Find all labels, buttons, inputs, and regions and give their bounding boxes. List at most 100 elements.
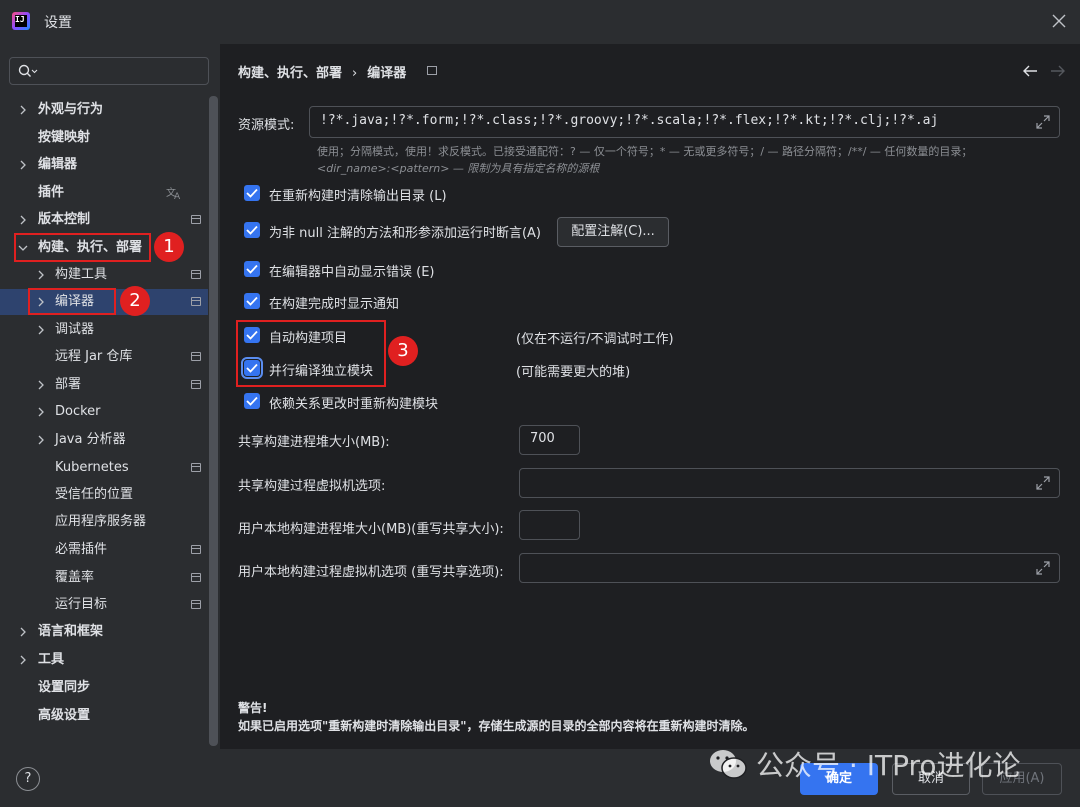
user-vm-options-input[interactable] [519, 553, 1060, 583]
checkbox-checked[interactable] [244, 185, 260, 201]
user-heap-label: 用户本地构建进程堆大小(MB)(重写共享大小): [238, 522, 504, 537]
project-scope-icon [191, 270, 201, 279]
configure-annotations-button[interactable]: 配置注解(C)... [557, 217, 669, 247]
annotation-badge-2: 2 [120, 286, 150, 316]
annotation-box-2 [28, 288, 116, 315]
sidebar-item-java-profiler[interactable]: Java 分析器 [0, 427, 208, 453]
chevron-right-icon [38, 380, 44, 390]
resource-patterns-hint: 使用；分隔模式，使用！求反模式。已接受通配符：? — 仅一个符号；* — 无或更… [317, 145, 973, 158]
sidebar-item-label: 设置同步 [38, 680, 91, 695]
chevron-right-icon [20, 160, 26, 170]
sidebar-item-label: 必需插件 [55, 542, 108, 557]
breadcrumb: 构建、执行、部署 › 编译器 [238, 62, 406, 81]
breadcrumb-separator: › [352, 66, 358, 81]
back-arrow-icon[interactable] [1022, 64, 1038, 78]
sidebar-item-label: 工具 [38, 652, 65, 667]
chevron-right-icon [20, 105, 26, 115]
help-button[interactable]: ? [16, 767, 40, 791]
sidebar-item-advanced-settings[interactable]: 高级设置 [0, 703, 208, 729]
resource-patterns-input[interactable]: !?*.java;!?*.form;!?*.class;!?*.groovy;!… [309, 106, 1060, 138]
user-heap-input[interactable] [519, 510, 580, 540]
checkmark-icon [246, 264, 258, 274]
sidebar-item-label: 调试器 [55, 322, 95, 337]
project-scope-icon [191, 380, 201, 389]
warning-title: 警告! [238, 701, 268, 715]
sidebar-item-settings-sync[interactable]: 设置同步 [0, 675, 208, 701]
sidebar-item-label: 部署 [55, 377, 82, 392]
sidebar-item-docker[interactable]: Docker [0, 399, 208, 425]
translate-icon: 文A [166, 186, 181, 200]
settings-sidebar: 外观与行为 按键映射 编辑器 插件 文A 版本控制 构建、执行、部署 构建工具 … [0, 44, 220, 749]
annotation-badge-1: 1 [154, 232, 184, 262]
checkmark-icon [246, 296, 258, 306]
sidebar-item-plugins[interactable]: 插件 文A [0, 180, 208, 206]
warning-text: 如果已启用选项"重新构建时清除输出目录"，存储生成源的目录的全部内容将在重新构建… [238, 719, 755, 733]
annotation-badge-3: 3 [388, 336, 418, 366]
resource-patterns-value: !?*.java;!?*.form;!?*.class;!?*.groovy;!… [320, 113, 939, 128]
auto-build-note: (仅在不运行/不调试时工作) [516, 332, 674, 347]
sidebar-item-debugger[interactable]: 调试器 [0, 317, 208, 343]
sidebar-item-required-plugins[interactable]: 必需插件 [0, 537, 208, 563]
close-icon[interactable] [1050, 12, 1068, 30]
chevron-right-icon [38, 435, 44, 445]
sidebar-item-languages-frameworks[interactable]: 语言和框架 [0, 619, 208, 645]
chevron-right-icon [38, 325, 44, 335]
sidebar-item-coverage[interactable]: 覆盖率 [0, 565, 208, 591]
compiler-settings-panel: 构建、执行、部署 › 编译器 资源模式: !?*.java;!?*.form;!?*… [220, 44, 1080, 749]
sidebar-item-label: 覆盖率 [55, 570, 95, 585]
project-scope-icon [427, 66, 437, 75]
expand-icon[interactable] [1035, 475, 1051, 491]
resource-patterns-label: 资源模式: [238, 118, 295, 133]
svg-text:A: A [174, 192, 181, 200]
expand-icon[interactable] [1035, 114, 1051, 130]
checkbox-label: 在编辑器中自动显示错误 (E) [269, 265, 435, 280]
sidebar-item-editor[interactable]: 编辑器 [0, 152, 208, 178]
shared-vm-options-label: 共享构建过程虚拟机选项: [238, 479, 386, 494]
window-title: 设置 [44, 15, 72, 31]
shared-vm-options-input[interactable] [519, 468, 1060, 498]
checkbox-checked[interactable] [244, 393, 260, 409]
checkbox-label: 在构建完成时显示通知 [269, 297, 400, 312]
checkbox-label: 依赖关系更改时重新构建模块 [269, 397, 439, 412]
sidebar-item-label: 插件 [38, 185, 65, 200]
sidebar-item-label: Kubernetes [55, 460, 129, 475]
sidebar-item-trusted-locations[interactable]: 受信任的位置 [0, 482, 208, 508]
project-scope-icon [191, 463, 201, 472]
annotation-box-1 [14, 233, 151, 262]
wechat-icon [710, 750, 747, 779]
sidebar-item-build-tools[interactable]: 构建工具 [0, 262, 208, 288]
sidebar-item-app-servers[interactable]: 应用程序服务器 [0, 509, 208, 535]
sidebar-item-label: 按键映射 [38, 130, 91, 145]
checkbox-checked[interactable] [244, 222, 260, 238]
sidebar-item-label: Docker [55, 404, 101, 419]
expand-icon[interactable] [1035, 560, 1051, 576]
search-input[interactable] [9, 57, 209, 85]
shared-heap-value: 700 [530, 431, 555, 446]
checkbox-checked[interactable] [244, 261, 260, 277]
sidebar-item-label: Java 分析器 [55, 432, 126, 447]
breadcrumb-parent[interactable]: 构建、执行、部署 [238, 66, 342, 81]
sidebar-item-remote-jar[interactable]: 远程 Jar 仓库 [0, 344, 208, 370]
sidebar-item-label: 版本控制 [38, 212, 91, 227]
project-scope-icon [191, 352, 201, 361]
sidebar-item-keymap[interactable]: 按键映射 [0, 125, 208, 151]
checkmark-icon [246, 188, 258, 198]
checkbox-checked[interactable] [244, 293, 260, 309]
checkbox-label: 在重新构建时清除输出目录 (L) [269, 189, 447, 204]
sidebar-item-tools[interactable]: 工具 [0, 647, 208, 673]
sidebar-item-run-targets[interactable]: 运行目标 [0, 592, 208, 618]
shared-heap-input[interactable]: 700 [519, 425, 580, 455]
search-icon [18, 64, 38, 77]
chevron-right-icon [38, 407, 44, 417]
chevron-right-icon [20, 627, 26, 637]
sidebar-item-vcs[interactable]: 版本控制 [0, 207, 208, 233]
sidebar-item-appearance[interactable]: 外观与行为 [0, 97, 208, 123]
watermark-text: 公众号 · ITPro进化论 [756, 749, 1021, 782]
forward-arrow-icon[interactable] [1050, 64, 1066, 78]
chevron-right-icon [20, 215, 26, 225]
sidebar-item-label: 外观与行为 [38, 102, 104, 117]
sidebar-item-kubernetes[interactable]: Kubernetes [0, 455, 208, 481]
sidebar-item-deployment[interactable]: 部署 [0, 372, 208, 398]
sidebar-scrollbar[interactable] [209, 96, 218, 746]
project-scope-icon [191, 215, 201, 224]
